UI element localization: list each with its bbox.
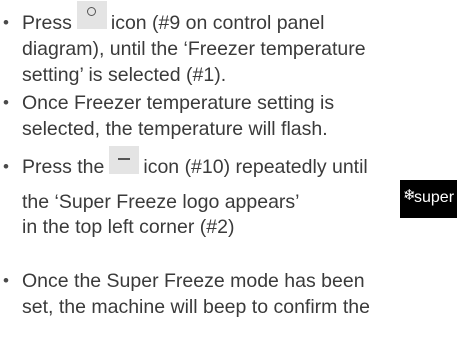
circle-glyph	[86, 7, 96, 16]
text-line: Once Freezer temperature setting is	[22, 92, 335, 114]
text-segment: icon (#9 on control panel	[110, 12, 325, 34]
text-line: selected, the temperature will flash.	[22, 118, 328, 140]
text-segment: Press	[22, 12, 72, 34]
minus-glyph	[118, 158, 131, 160]
text-line: setting’ is selected (#1).	[22, 64, 227, 86]
text-line: set, the machine will beep to confirm th…	[22, 296, 370, 318]
text-line: Once the Super Freeze mode has been	[22, 270, 365, 292]
text-line: the ‘Super Freeze logo appears’	[22, 191, 300, 213]
bullet-marker: •	[3, 13, 9, 32]
minus-icon	[109, 146, 140, 174]
bullet-marker: •	[3, 157, 9, 176]
circle-icon	[76, 1, 107, 29]
text-line: diagram), until the ‘Freezer temperature	[22, 38, 366, 60]
super-logo-text: super	[414, 189, 455, 206]
bullet-marker: •	[3, 271, 9, 290]
text-segment: icon (#10) repeatedly until	[143, 156, 368, 178]
bullet-marker: •	[3, 93, 9, 112]
text-segment: Press the	[22, 156, 105, 178]
super-freeze-logo: ❄ super	[400, 180, 457, 218]
text-line: Press icon (#9 on control panel	[22, 1, 325, 39]
text-line: in the top left corner (#2)	[22, 216, 235, 238]
text-line: Press the icon (#10) repeatedly until	[22, 146, 368, 183]
